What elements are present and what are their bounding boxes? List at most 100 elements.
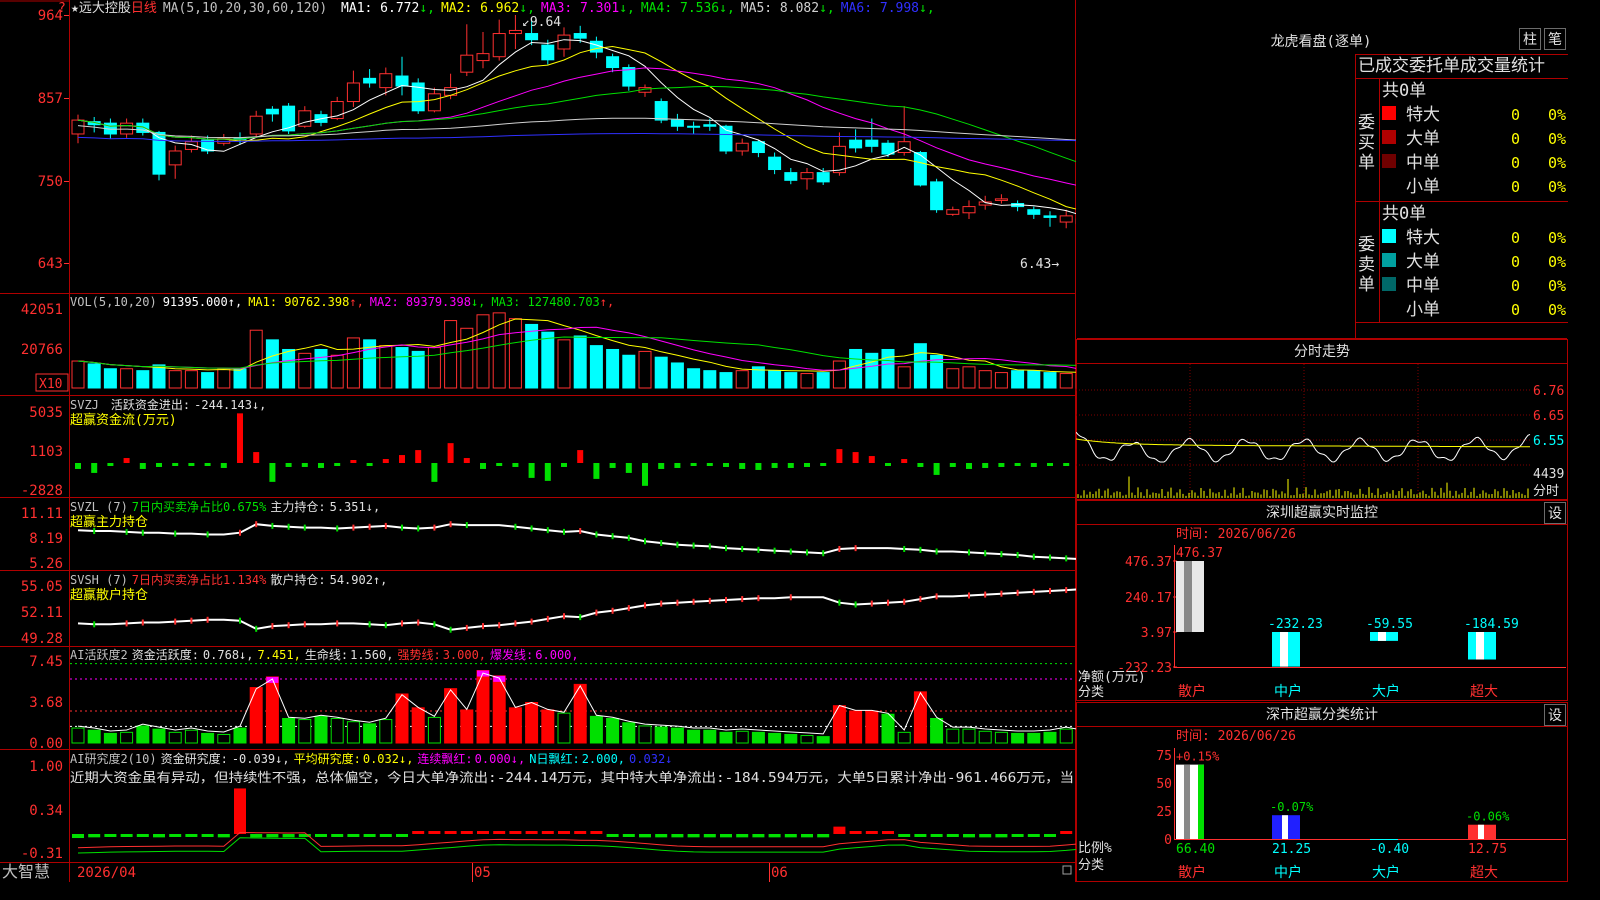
ai-research-bar <box>865 831 878 834</box>
class-chart: 75 50 25 0 +0.15% 66.40 散户 -0.07% 21.25 中户 -0.40 大户… <box>1156 748 1566 881</box>
ai-research-bar <box>1011 834 1024 837</box>
vol-tick: 20766 <box>21 342 63 358</box>
svzj-bar <box>852 452 859 463</box>
ai-active-bar <box>363 723 377 744</box>
ai-research-bar <box>460 831 473 834</box>
volume-bar <box>314 348 328 389</box>
lock-icon[interactable] <box>1062 865 1072 875</box>
monitor-category: 中户 <box>1274 683 1302 700</box>
holding-line <box>77 588 1076 631</box>
svzj-bar <box>820 463 827 466</box>
ai-research-bar <box>963 834 975 838</box>
ai-active-bar <box>136 725 150 744</box>
volume-bar <box>1059 373 1073 389</box>
volume-bar <box>946 368 960 389</box>
svzj-bar <box>318 463 324 468</box>
class-settings-button[interactable]: 设 <box>1544 704 1566 726</box>
price-tick: 750 <box>38 174 63 190</box>
svzj-bar <box>431 463 438 482</box>
ai-active-bar <box>832 705 846 744</box>
order-name: 大单 <box>1406 129 1440 149</box>
class-title: 深市超赢分类统计 <box>1266 706 1378 723</box>
candle <box>460 24 474 77</box>
class-category: 超大 <box>1470 865 1498 881</box>
volume-bar <box>557 339 571 389</box>
flag-icon[interactable]: ? <box>58 1 66 16</box>
svzj-bar <box>480 463 486 469</box>
ai-active-bar <box>946 728 960 744</box>
svg-text:4439: 4439 <box>1533 467 1564 482</box>
class-change-label: -0.07% <box>1270 800 1314 814</box>
candle <box>849 129 863 153</box>
side-label-char: 买 <box>1358 133 1375 153</box>
svzj-bar <box>658 463 665 469</box>
tick-view-button[interactable]: 笔 <box>1544 28 1566 50</box>
ma-arrow: ↓, <box>719 1 735 16</box>
order-pct: 0% <box>1548 178 1566 196</box>
candle <box>930 178 944 213</box>
svzj-bar <box>204 463 211 466</box>
candle <box>508 15 522 49</box>
order-swatch <box>1382 154 1396 168</box>
svg-text:1103: 1103 <box>29 444 63 460</box>
volume-bar <box>994 372 1008 389</box>
ai-active-bar <box>427 716 441 744</box>
ai-research-axis: 1.00 0.34 -0.31 <box>21 759 63 862</box>
svzj-bar <box>1047 463 1053 466</box>
candle <box>168 145 182 179</box>
side-label-char: 单 <box>1358 275 1375 295</box>
ai-research-bar <box>250 834 263 838</box>
ma-arrow: ↓, <box>471 295 485 309</box>
order-name: 中单 <box>1406 276 1440 296</box>
volume-bar <box>962 366 976 389</box>
ai-active-bar <box>622 722 636 744</box>
volume-bar <box>913 343 927 389</box>
monitor-bar-highlight <box>1184 561 1192 632</box>
candle <box>800 167 814 190</box>
ai-research-bar <box>1044 834 1056 837</box>
ai-research-bar <box>104 834 117 837</box>
ai-research-bar <box>995 834 1008 838</box>
ai-active-bar <box>525 702 539 744</box>
svg-text:8.19: 8.19 <box>29 531 63 547</box>
ai-active-bar <box>282 717 296 744</box>
svsh-header: SVSH (7) 7日内买卖净占比1.134% 散户持仓: 54.902↑, <box>70 572 387 587</box>
candle <box>1059 209 1073 229</box>
candle <box>881 140 895 158</box>
ai-active-bar <box>638 725 652 744</box>
monitor-tick: 476.37 <box>1125 555 1172 570</box>
monitor-settings-button[interactable]: 设 <box>1544 502 1566 524</box>
volume-bar <box>719 372 733 389</box>
candle <box>719 124 733 155</box>
monitor-axis-label: 净额(万元) <box>1078 670 1146 685</box>
order-rows: 共0单特大 0 0%大单 0 0%中单 0 0%小单 0 0%共0单特大 0 0%大单 0 0%中单 0 0… <box>1382 81 1566 320</box>
candle <box>492 19 506 61</box>
volume-bar <box>638 350 652 389</box>
ai-research-bar <box>541 831 554 834</box>
ai-research-bar <box>898 834 911 837</box>
svzj-bar <box>156 463 162 467</box>
svzj-bar <box>739 463 746 469</box>
bar-view-button[interactable]: 柱 <box>1519 28 1541 50</box>
candle <box>1027 206 1041 219</box>
volume-bar <box>622 354 636 389</box>
ai-active-bar <box>687 729 701 744</box>
order-swatch <box>1382 178 1396 192</box>
intraday-chart[interactable] <box>1076 364 1531 498</box>
ai-active-bar <box>217 733 231 744</box>
period-label[interactable]: 日线 <box>131 1 157 16</box>
main-chart-area[interactable]: 964 857 750 643 ? ★远大控股日线 MA(5,10,20,30,6… <box>0 0 1076 882</box>
candle <box>298 106 312 128</box>
ma-value: MA4: 7.536 <box>641 1 719 16</box>
ai-research-bar <box>185 834 198 837</box>
svzj-bar <box>188 463 195 466</box>
candle <box>816 167 830 185</box>
ai-research-bar <box>266 834 279 838</box>
ai-active-bar <box>411 707 425 744</box>
ai-research-bar <box>768 834 781 838</box>
volume-bar <box>492 312 506 389</box>
ai-research-bar <box>234 788 246 834</box>
order-pct: 0% <box>1548 130 1566 148</box>
volume-bar <box>654 356 668 389</box>
ai-research-bar <box>736 834 749 838</box>
